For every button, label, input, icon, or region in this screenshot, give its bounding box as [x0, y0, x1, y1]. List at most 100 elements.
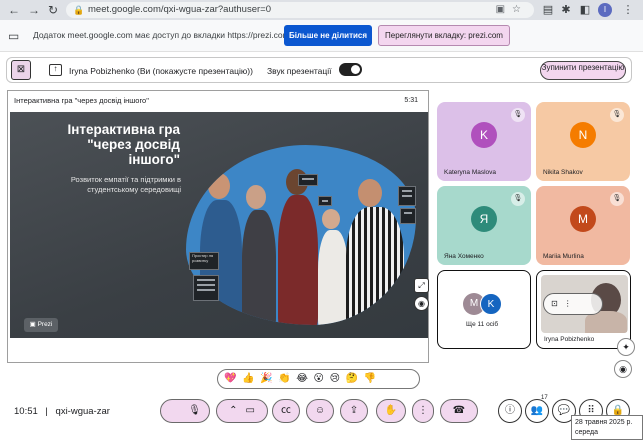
chevron-up-icon[interactable]: ⌃: [229, 405, 237, 416]
raise-hand-button[interactable]: ✋: [376, 399, 406, 423]
effects-icon[interactable]: ✦: [617, 338, 635, 356]
more-options-button[interactable]: ⋮: [412, 399, 434, 423]
slide-card: [398, 186, 416, 206]
more-avatar: K: [480, 293, 502, 315]
camera-button[interactable]: ⌃ ▭: [216, 399, 268, 423]
slide-card-text: Простир ля розвитку: [192, 253, 214, 263]
participant-avatar: Я: [471, 206, 497, 232]
participant-tile-3[interactable]: M 🎙 Mariia Murlina: [536, 186, 630, 265]
participant-avatar: M: [570, 206, 596, 232]
url-text: meet.google.com/qxi-wgua-zar?authuser=0: [88, 4, 271, 15]
slide-subtitle: Розвиток емпатії та підтримки в студентс…: [70, 175, 181, 194]
pin-icon[interactable]: ⊡: [551, 299, 564, 308]
meeting-info: 10:51 | qxi-wgua-zar: [14, 406, 110, 417]
participant-avatar: N: [570, 122, 596, 148]
slide-card: [193, 275, 219, 301]
slide-card: [318, 196, 332, 206]
address-bar[interactable]: 🔒 meet.google.com/qxi-wgua-zar?authuser=…: [66, 2, 534, 18]
photo-head: [322, 209, 340, 229]
participant-tile-2[interactable]: Я 🎙 Яна Хоменко: [437, 186, 531, 265]
slide-card: [298, 174, 318, 186]
photo-person: [278, 195, 318, 325]
cast-icon: ▭: [8, 29, 20, 43]
share-banner: ▭ Додаток meet.google.com має доступ до …: [0, 20, 643, 52]
chat-icon: 💬: [557, 405, 571, 416]
puzzle-icon[interactable]: ✱: [558, 2, 574, 18]
presentation-header: Інтерактивна гра "через досвід іншого": [8, 91, 428, 111]
reaction-laugh[interactable]: 😂: [296, 373, 313, 384]
reaction-thinking[interactable]: 🤔: [346, 373, 364, 384]
prezi-badge[interactable]: ▣ Prezi: [24, 318, 58, 332]
slide-title: Інтерактивна гра "через досвід іншого": [67, 122, 180, 167]
photo-head: [208, 173, 230, 199]
hangup-icon: ☎: [452, 405, 466, 416]
sound-toggle[interactable]: [339, 63, 362, 76]
back-icon[interactable]: ←: [6, 2, 22, 18]
reload-icon[interactable]: ↻: [45, 2, 61, 18]
presentation-header-title: Інтерактивна гра "через досвід іншого": [14, 96, 149, 105]
more-participants-tile[interactable]: M K Ще 11 осіб: [437, 270, 531, 349]
slide-photo: [186, 145, 416, 325]
stop-presenting-button[interactable]: Зупинити презентацію: [540, 61, 626, 80]
captions-button[interactable]: ㏄: [272, 399, 300, 423]
reaction-heart[interactable]: 💖: [224, 373, 242, 384]
self-tile[interactable]: ⊡⋮ Iryna Pobizhenko: [536, 270, 631, 349]
reaction-thumbs-down[interactable]: 👎: [364, 373, 382, 384]
date-tooltip: 28 травня 2025 р. середа: [571, 415, 643, 440]
slide-card: Простир ля розвитку: [189, 252, 219, 270]
tooltip-date: 28 травня 2025 р.: [575, 419, 633, 426]
presenting-text: Iryna Pobizhenko (Ви (покажусте презента…: [69, 66, 253, 76]
presentation-time: 5:31: [404, 97, 418, 104]
camera-icon[interactable]: ▣: [496, 4, 512, 15]
browser-chrome: ← → ↻ 🔒 meet.google.com/qxi-wgua-zar?aut…: [0, 0, 643, 20]
present-button[interactable]: ⇪: [340, 399, 368, 423]
slide-card: [400, 208, 416, 224]
leave-call-button[interactable]: ☎: [440, 399, 478, 423]
participant-tile-0[interactable]: K 🎙 Kateryna Maslova: [437, 102, 531, 181]
menu-dots-icon[interactable]: ⋮: [620, 2, 636, 18]
self-tile-actions[interactable]: ⊡⋮: [543, 293, 603, 315]
participant-name: Kateryna Maslova: [444, 169, 497, 176]
self-name: Iryna Pobizhenko: [544, 336, 595, 343]
fit-icon[interactable]: ⤢: [414, 278, 429, 293]
present-screen-icon: ⇪: [349, 405, 359, 416]
hide-presentation-icon[interactable]: ⊠: [11, 60, 31, 80]
hand-icon: ✋: [384, 405, 398, 416]
emoji-button[interactable]: ☺: [306, 399, 334, 423]
presentation-stage: Інтерактивна гра "через досвід іншого" 5…: [7, 90, 429, 363]
forward-icon[interactable]: →: [26, 2, 42, 18]
gemini-icon[interactable]: ◉: [614, 360, 632, 378]
mic-off-icon: 🎙: [610, 108, 624, 122]
reaction-sad[interactable]: 😢: [330, 373, 346, 384]
view-tab-button[interactable]: Переглянути вкладку: prezi.com: [378, 25, 510, 46]
people-icon: 👥: [530, 405, 544, 416]
participant-name: Nikita Shakov: [543, 169, 583, 176]
reaction-party[interactable]: 🎉: [260, 373, 278, 384]
mic-icon: 🎙: [188, 405, 201, 416]
profile-avatar[interactable]: I: [598, 3, 612, 17]
assistant-icon[interactable]: ◉: [414, 296, 429, 311]
info-button[interactable]: ⓘ: [498, 399, 522, 423]
present-icon: ↑: [49, 64, 62, 76]
separator: |: [45, 406, 48, 417]
sidepanel-icon[interactable]: ◧: [577, 2, 593, 18]
reaction-thumbs-up[interactable]: 👍: [242, 373, 260, 384]
participant-name: Яна Хоменко: [444, 253, 484, 260]
stop-sharing-button[interactable]: Більше не ділитися: [284, 25, 372, 46]
more-vert-icon: ⋮: [418, 405, 428, 416]
mic-button[interactable]: 🎙: [160, 399, 210, 423]
toggle-knob: [351, 65, 360, 74]
reaction-clap[interactable]: 👏: [278, 373, 296, 384]
more-participants-label: Ще 11 осіб: [466, 321, 499, 328]
share-message: Додаток meet.google.com має доступ до вк…: [33, 30, 290, 40]
more-icon[interactable]: ⋮: [564, 299, 578, 308]
prezi-slide: Інтерактивна гра "через досвід іншого" Р…: [10, 112, 428, 338]
captions-icon: ㏄: [281, 405, 291, 416]
extension-icon[interactable]: ▤: [540, 2, 556, 18]
bookmark-icon[interactable]: ☆: [512, 4, 528, 15]
photo-person: [346, 207, 404, 325]
video-icon: ▭: [245, 405, 255, 416]
participant-tile-1[interactable]: N 🎙 Nikita Shakov: [536, 102, 630, 181]
reaction-wow[interactable]: 😮: [314, 373, 330, 384]
people-button[interactable]: 👥: [525, 399, 549, 423]
